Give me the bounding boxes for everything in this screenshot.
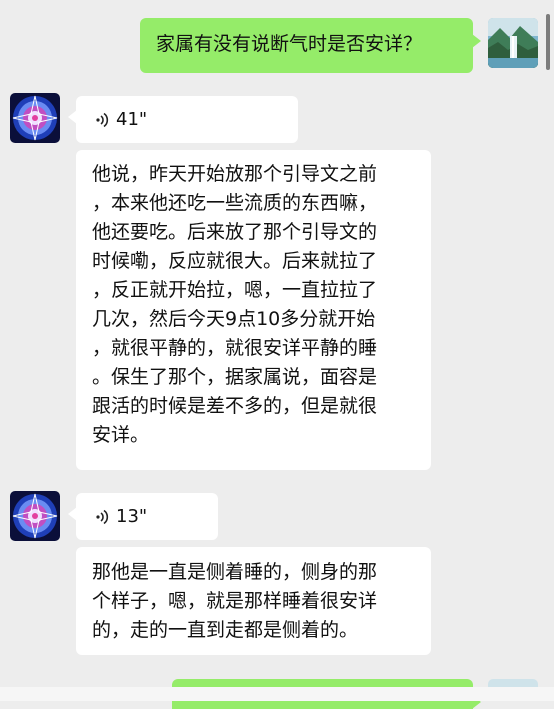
transcript-line: ，反正就开始拉，嗯，一直拉拉了	[92, 279, 378, 301]
scrollbar[interactable]	[546, 14, 550, 70]
mandala-avatar-image	[10, 491, 60, 541]
transcript-line: 他还要吃。后来放了那个引导文的	[92, 221, 378, 243]
voice-wave-icon	[96, 509, 109, 524]
transcript-line: 安详。	[92, 424, 150, 446]
transcript-line: ，就很平静的，就很安详平静的睡	[92, 337, 378, 359]
outgoing-message[interactable]: 家属有没有说断气时是否安详？	[140, 18, 481, 73]
bottom-edge	[0, 687, 554, 701]
transcript-line: 几次，然后今天9点10多分就开始	[92, 308, 376, 330]
transcript-line: 个样子，嗯，就是那样睡着很安详	[92, 590, 378, 612]
contact-avatar[interactable]	[10, 93, 60, 143]
transcript-line: 那他是一直是侧着睡的，侧身的那	[92, 561, 378, 583]
transcript-line: 他说，昨天开始放那个引导文之前	[92, 163, 378, 185]
voice-message[interactable]: 13"	[68, 493, 218, 540]
transcript-line: ，本来他还吃一些流质的东西嘛，	[92, 192, 378, 214]
landscape-avatar-image	[488, 18, 538, 68]
self-avatar[interactable]	[488, 18, 538, 68]
transcript-line: 跟活的时候是差不多的，但是就很	[92, 395, 378, 417]
contact-avatar[interactable]	[10, 491, 60, 541]
message-text: 家属有没有说断气时是否安详？	[156, 33, 423, 55]
mandala-avatar-image	[10, 93, 60, 143]
voice-wave-icon	[96, 112, 109, 127]
transcript-line: 时候嘞，反应就很大。后来就拉了	[92, 250, 378, 272]
voice-duration: 13"	[116, 506, 148, 527]
transcript-line: 。保生了那个，据家属说，面容是	[92, 366, 378, 388]
chat-view: 家属有没有说断气时是否安详？ 41" 他说，昨天开始放那个引导文之前 ，本来他还…	[0, 0, 554, 709]
voice-transcript[interactable]: 那他是一直是侧着睡的，侧身的那 个样子，嗯，就是那样睡着很安详 的，走的一直到走…	[76, 547, 431, 655]
transcript-line: 的，走的一直到走都是侧着的。	[92, 619, 359, 641]
voice-duration: 41"	[116, 109, 148, 130]
voice-transcript[interactable]: 他说，昨天开始放那个引导文之前 ，本来他还吃一些流质的东西嘛， 他还要吃。后来放…	[76, 150, 431, 470]
voice-message[interactable]: 41"	[68, 96, 298, 143]
